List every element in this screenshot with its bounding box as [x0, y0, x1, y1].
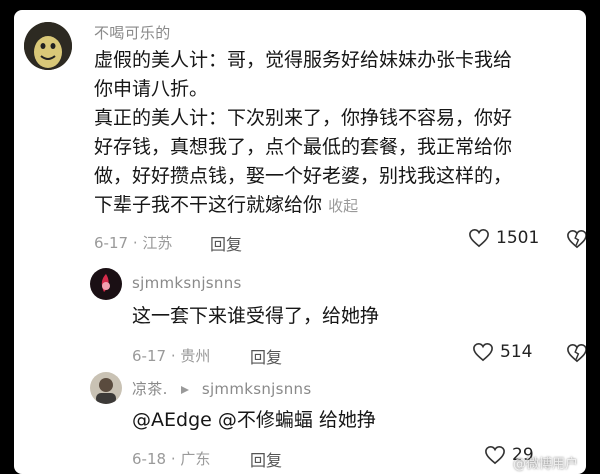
comment-meta: 6-18 · 广东: [132, 450, 211, 468]
reply-button[interactable]: 回复: [250, 447, 282, 471]
reply-comment-2: 凉茶. sjmmksnjsnns @AEdge @不修蝙蝠 给她挣 6-18 ·…: [14, 372, 586, 474]
dislike-button[interactable]: [566, 229, 586, 253]
avatar[interactable]: [90, 268, 122, 300]
like-count: 1501: [496, 228, 540, 248]
reply-header: 凉茶. sjmmksnjsnns: [132, 378, 311, 399]
username[interactable]: 不喝可乐的: [94, 22, 171, 43]
avatar[interactable]: [24, 22, 72, 70]
comment-location: 广东: [180, 450, 211, 468]
dislike-button[interactable]: [566, 343, 586, 367]
comment-text: @AEdge @不修蝙蝠 给她挣: [132, 409, 376, 431]
comment-meta: 6-17 · 贵州: [132, 347, 211, 365]
comment-line: 好存钱，真想我了，点个最低的套餐，我正常给你: [94, 136, 513, 158]
comment-1: 不喝可乐的 虚假的美人计：哥，觉得服务好给妹妹办张卡我给 你申请八折。 真正的美…: [14, 10, 586, 270]
username[interactable]: sjmmksnjsnns: [132, 274, 242, 292]
avatar[interactable]: [90, 372, 122, 404]
dislike-heart-icon: [567, 343, 586, 363]
comment-date: 6-17: [132, 347, 167, 365]
comment-line-text: 下辈子我不干这行就嫁给你: [94, 194, 323, 216]
username[interactable]: 凉茶.: [132, 380, 168, 398]
comment-line: 下辈子我不干这行就嫁给你 收起: [94, 191, 579, 221]
comment-location: 江苏: [142, 234, 173, 252]
heart-outline-icon: [469, 228, 489, 248]
comment-line: 真正的美人计：下次别来了，你挣钱不容易，你好: [94, 107, 513, 129]
heart-outline-icon: [473, 342, 493, 362]
comment-date: 6-18: [132, 450, 167, 468]
comment-text: 虚假的美人计：哥，觉得服务好给妹妹办张卡我给 你申请八折。 真正的美人计：下次别…: [94, 46, 579, 221]
heart-outline-icon: [485, 445, 505, 465]
reply-to-username[interactable]: sjmmksnjsnns: [202, 380, 312, 398]
reply-button[interactable]: 回复: [210, 231, 242, 255]
dislike-heart-icon: [567, 229, 586, 249]
comment-line: 虚假的美人计：哥，觉得服务好给妹妹办张卡我给: [94, 49, 513, 71]
collapse-link[interactable]: 收起: [328, 197, 358, 215]
avatar-image: [90, 372, 122, 404]
comment-location: 贵州: [180, 347, 211, 365]
comment-date: 6-17: [94, 234, 129, 252]
comment-line: 做，好好攒点钱，娶一个好老婆，别找我这样的，: [94, 165, 513, 187]
like-count: 514: [500, 342, 533, 362]
reply-comment-1: sjmmksnjsnns 这一套下来谁受得了，给她挣 6-17 · 贵州 回复 …: [14, 268, 586, 368]
reply-arrow-icon: [180, 385, 189, 394]
comment-text: 这一套下来谁受得了，给她挣: [132, 305, 380, 327]
like-button[interactable]: 1501: [468, 228, 539, 248]
comment-screen: 不喝可乐的 虚假的美人计：哥，觉得服务好给妹妹办张卡我给 你申请八折。 真正的美…: [14, 10, 586, 474]
avatar-image: [24, 22, 72, 70]
like-button[interactable]: 514: [472, 342, 532, 362]
avatar-image: [90, 268, 122, 300]
comment-meta: 6-17 · 江苏: [94, 234, 173, 252]
watermark: @微博用户: [512, 457, 578, 472]
comment-line: 你申请八折。: [94, 78, 209, 100]
reply-button[interactable]: 回复: [250, 344, 282, 368]
